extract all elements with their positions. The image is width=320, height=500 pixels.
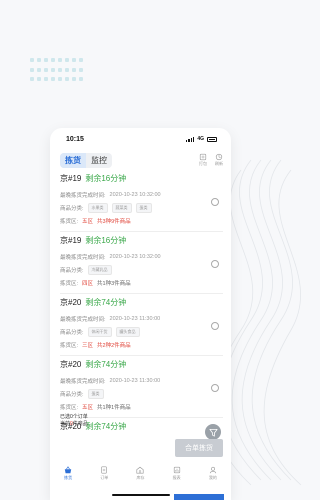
- remaining-time: 剩余16分钟: [85, 236, 127, 245]
- tabbar-item-picking[interactable]: 拣货: [64, 465, 72, 481]
- refresh-button[interactable]: 刷新: [215, 153, 223, 167]
- top-navigation: 拣货 监控 打包 刷新: [50, 150, 231, 170]
- selection-summary: 已选0个订单 当前0件商品: [60, 414, 88, 428]
- goods-summary: 共1种3件商品: [97, 281, 131, 287]
- zone-value: 五区: [82, 405, 94, 411]
- basket-icon: [64, 465, 72, 473]
- tabbar-item-stock[interactable]: 库存: [136, 466, 144, 481]
- category-tag: 水果类: [87, 203, 108, 213]
- merge-picking-button[interactable]: 合单拣货: [175, 439, 223, 457]
- tabbar-item-orders[interactable]: 订单: [100, 465, 108, 481]
- selected-count: 已选0个订单: [60, 414, 88, 420]
- package-button[interactable]: 打包: [199, 153, 207, 167]
- zone-label: 拣货区:: [60, 281, 79, 287]
- zone-value: 四区: [82, 281, 94, 287]
- deadline-value: 2020-10-23 11:30:00: [109, 378, 161, 384]
- filter-button[interactable]: [205, 424, 221, 440]
- tab-picking[interactable]: 拣货: [60, 152, 86, 168]
- deadline-label: 最晚拣货完成时间:: [60, 255, 106, 261]
- package-icon: [199, 153, 207, 161]
- category-tag: 蛋类: [135, 203, 152, 213]
- zone-label: 拣货区:: [60, 219, 79, 225]
- status-time: 10:15: [66, 135, 84, 143]
- order-number: 京#20: [60, 360, 82, 369]
- order-number: 京#20: [60, 298, 82, 307]
- deadline-value: 2020-10-23 10:32:00: [109, 254, 161, 260]
- category-tag: 冷藏乳品: [87, 265, 112, 275]
- zone-value: 五区: [82, 219, 94, 225]
- order-item[interactable]: 京#20 剩余74分钟 最晚拣货完成时间: 2020-10-23 11:30:00 …: [60, 294, 223, 356]
- remaining-time: 剩余74分钟: [85, 360, 127, 369]
- tabbar-item-mine[interactable]: 我的: [209, 466, 217, 481]
- document-icon: [101, 465, 108, 474]
- order-item[interactable]: 京#20 剩余74分钟 最晚拣货完成时间: 2020-10-23 11:30:00 …: [60, 356, 223, 418]
- status-bar: 10:15 4G: [50, 128, 231, 150]
- remaining-time: 剩余16分钟: [85, 174, 127, 183]
- deadline-value: 2020-10-23 11:30:00: [109, 316, 161, 322]
- select-radio[interactable]: [211, 322, 219, 330]
- refresh-icon: [215, 153, 223, 161]
- order-list: 京#19 剩余16分钟 最晚拣货完成时间: 2020-10-23 10:32:00 …: [50, 170, 231, 438]
- remaining-time: 剩余74分钟: [85, 422, 127, 431]
- segment-control: 拣货 监控: [60, 152, 112, 168]
- category-label: 商品分类:: [60, 206, 84, 212]
- user-icon: [209, 466, 216, 473]
- signal-icon: [186, 136, 195, 142]
- zone-value: 三区: [82, 343, 94, 349]
- category-label: 商品分类:: [60, 330, 84, 336]
- select-radio[interactable]: [211, 384, 219, 392]
- category-tag: 罐头食品: [115, 327, 140, 337]
- battery-icon: [207, 136, 217, 142]
- category-tag: 休闲干货: [87, 327, 112, 337]
- order-number: 京#19: [60, 174, 82, 183]
- category-tag: 蛋类: [87, 389, 104, 399]
- tab-monitor[interactable]: 监控: [86, 153, 112, 168]
- network-type: 4G: [197, 136, 204, 142]
- order-item[interactable]: 京#19 剩余16分钟 最晚拣货完成时间: 2020-10-23 10:32:00 …: [60, 170, 223, 232]
- bottom-tab-bar: 拣货 订单 库存 报表 我的: [50, 460, 231, 486]
- home-indicator: [112, 494, 170, 496]
- select-radio[interactable]: [211, 198, 219, 206]
- phone-screen: 10:15 4G 拣货 监控 打包 刷新 京#19 剩余16分钟 最晚拣货完成时间…: [50, 128, 231, 500]
- background-dot-pattern: [30, 58, 83, 84]
- order-item[interactable]: 京#19 剩余16分钟 最晚拣货完成时间: 2020-10-23 10:32:00 …: [60, 232, 223, 294]
- deadline-label: 最晚拣货完成时间:: [60, 379, 106, 385]
- tabbar-item-report[interactable]: 报表: [173, 466, 181, 481]
- deadline-label: 最晚拣货完成时间:: [60, 317, 106, 323]
- select-radio[interactable]: [211, 260, 219, 268]
- filter-icon: [208, 428, 218, 437]
- warehouse-icon: [136, 466, 144, 474]
- category-tag: 蔬菜类: [111, 203, 132, 213]
- zone-label: 拣货区:: [60, 343, 79, 349]
- goods-summary: 共2种2件商品: [97, 343, 131, 349]
- category-label: 商品分类:: [60, 392, 84, 398]
- category-label: 商品分类:: [60, 268, 84, 274]
- remaining-time: 剩余74分钟: [85, 298, 127, 307]
- deadline-value: 2020-10-23 10:32:00: [109, 192, 161, 198]
- goods-summary: 共3种9件商品: [97, 219, 131, 225]
- chart-icon: [173, 466, 180, 473]
- selected-goods: 当前0件商品: [60, 421, 88, 427]
- order-number: 京#19: [60, 236, 82, 245]
- deadline-label: 最晚拣货完成时间:: [60, 193, 106, 199]
- decorative-strip: [174, 494, 224, 500]
- goods-summary: 共1种1件商品: [97, 405, 131, 411]
- zone-label: 拣货区:: [60, 405, 79, 411]
